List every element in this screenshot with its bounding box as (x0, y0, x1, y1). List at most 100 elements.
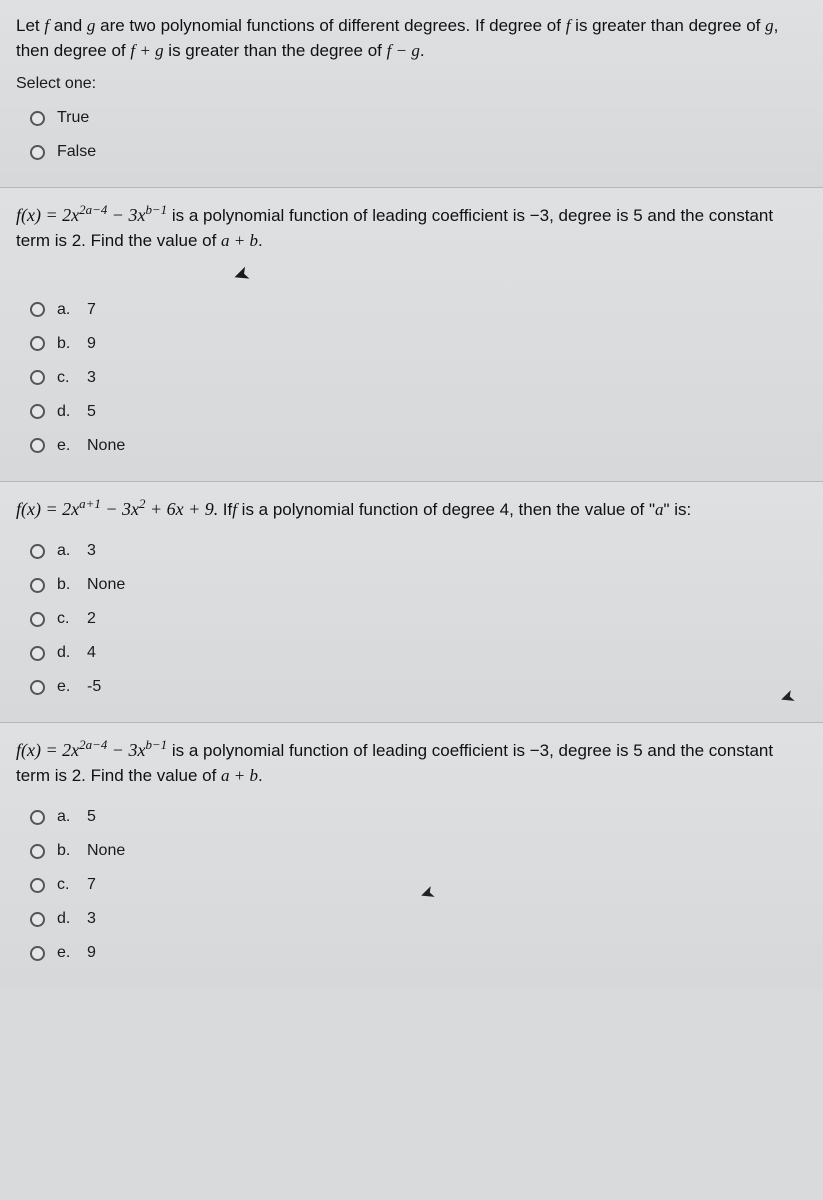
radio-icon[interactable] (30, 612, 45, 627)
option-e[interactable]: e. None (16, 429, 807, 463)
option-letter: b. (57, 335, 75, 353)
radio-icon[interactable] (30, 912, 45, 927)
option-letter: a. (57, 301, 75, 319)
question-2-text: f(x) = 2x2a−4 − 3xb−1 is a polynomial fu… (16, 202, 807, 253)
text: Let (16, 16, 44, 35)
option-letter: e. (57, 437, 75, 455)
option-a[interactable]: a. 3 (16, 534, 807, 568)
option-true[interactable]: True (16, 101, 807, 135)
option-b[interactable]: b. 9 (16, 327, 807, 361)
cursor-decoration: ➤ (0, 262, 807, 287)
text: are two polynomial functions of differen… (95, 16, 565, 35)
option-label: 9 (87, 335, 96, 353)
option-letter: e. (57, 678, 75, 696)
radio-icon[interactable] (30, 646, 45, 661)
expr-diff: f − g (387, 41, 420, 60)
option-letter: b. (57, 842, 75, 860)
question-1-text: Let f and g are two polynomial functions… (16, 14, 807, 63)
option-label: 2 (87, 610, 96, 628)
option-letter: d. (57, 644, 75, 662)
option-label: 3 (87, 910, 96, 928)
option-label: None (87, 842, 125, 860)
text: If (223, 500, 232, 519)
question-4: f(x) = 2x2a−4 − 3xb−1 is a polynomial fu… (0, 723, 823, 988)
option-b[interactable]: b. None (16, 568, 807, 602)
question-4-text: f(x) = 2x2a−4 − 3xb−1 is a polynomial fu… (16, 737, 807, 788)
select-one-label: Select one: (16, 75, 807, 93)
formula-mid1: − 3x (101, 499, 139, 519)
option-a[interactable]: a. 7 (16, 293, 807, 327)
question-2: f(x) = 2x2a−4 − 3xb−1 is a polynomial fu… (0, 188, 823, 481)
expr-ab: a + b (221, 766, 258, 785)
radio-icon[interactable] (30, 680, 45, 695)
option-label: 4 (87, 644, 96, 662)
option-d[interactable]: d. 4 (16, 636, 807, 670)
option-c[interactable]: c. 7 (16, 868, 807, 902)
question-3-text: f(x) = 2xa+1 − 3x2 + 6x + 9. Iff is a po… (16, 496, 807, 523)
option-letter: d. (57, 910, 75, 928)
formula-mid: − 3x (107, 740, 145, 760)
radio-icon[interactable] (30, 111, 45, 126)
exponent-1: 2a−4 (79, 737, 107, 752)
option-a[interactable]: a. 5 (16, 800, 807, 834)
radio-icon[interactable] (30, 544, 45, 559)
question-1-options: True False (16, 101, 807, 169)
text: and (49, 16, 87, 35)
radio-icon[interactable] (30, 370, 45, 385)
radio-icon[interactable] (30, 145, 45, 160)
question-3-options: a. 3 b. None c.2 d. 4 e. -5 (16, 534, 807, 704)
radio-icon[interactable] (30, 844, 45, 859)
radio-icon[interactable] (30, 302, 45, 317)
var-g: g (765, 16, 774, 35)
formula: f(x) = 2x2a−4 − 3xb−1 (16, 205, 167, 225)
formula-lhs: f(x) = 2x (16, 205, 79, 225)
option-letter: b. (57, 576, 75, 594)
option-letter: e. (57, 944, 75, 962)
radio-icon[interactable] (30, 946, 45, 961)
radio-icon[interactable] (30, 438, 45, 453)
exponent-1: 2a−4 (79, 202, 107, 217)
option-d[interactable]: d. 5 (16, 395, 807, 429)
option-label: 3 (87, 369, 96, 387)
text: " is: (664, 500, 692, 519)
question-2-options: a. 7 b. 9 c.3 d. 5 e. None (16, 293, 807, 463)
formula: f(x) = 2x2a−4 − 3xb−1 (16, 740, 167, 760)
option-letter: c. (57, 876, 75, 894)
option-b[interactable]: b. None (16, 834, 807, 868)
option-e[interactable]: e. -5 (16, 670, 807, 704)
radio-icon[interactable] (30, 810, 45, 825)
option-c[interactable]: c.2 (16, 602, 807, 636)
option-label: 3 (87, 542, 96, 560)
option-letter: d. (57, 403, 75, 421)
option-c[interactable]: c.3 (16, 361, 807, 395)
option-false[interactable]: False (16, 135, 807, 169)
exponent-2: b−1 (145, 202, 167, 217)
radio-icon[interactable] (30, 404, 45, 419)
option-letter: a. (57, 542, 75, 560)
option-letter: a. (57, 808, 75, 826)
option-label: None (87, 437, 125, 455)
option-label: 5 (87, 403, 96, 421)
option-label: 5 (87, 808, 96, 826)
text: is a polynomial function of degree 4, th… (237, 500, 655, 519)
option-label: False (57, 143, 96, 161)
text: . (258, 766, 263, 785)
question-4-options: a. 5 b. None c. 7 d. 3 e.9 (16, 800, 807, 970)
option-label: -5 (87, 678, 101, 696)
option-e[interactable]: e.9 (16, 936, 807, 970)
option-label: 7 (87, 301, 96, 319)
text: . (420, 41, 425, 60)
radio-icon[interactable] (30, 336, 45, 351)
expr-ab: a + b (221, 231, 258, 250)
option-label: True (57, 109, 89, 127)
option-label: 7 (87, 876, 96, 894)
radio-icon[interactable] (30, 878, 45, 893)
radio-icon[interactable] (30, 578, 45, 593)
text: is greater than degree of (570, 16, 765, 35)
option-label: None (87, 576, 125, 594)
var-a: a (655, 500, 664, 519)
formula: f(x) = 2xa+1 − 3x2 + 6x + 9. (16, 499, 223, 519)
option-d[interactable]: d. 3 (16, 902, 807, 936)
formula-lhs: f(x) = 2x (16, 740, 79, 760)
question-3: f(x) = 2xa+1 − 3x2 + 6x + 9. Iff is a po… (0, 482, 823, 724)
